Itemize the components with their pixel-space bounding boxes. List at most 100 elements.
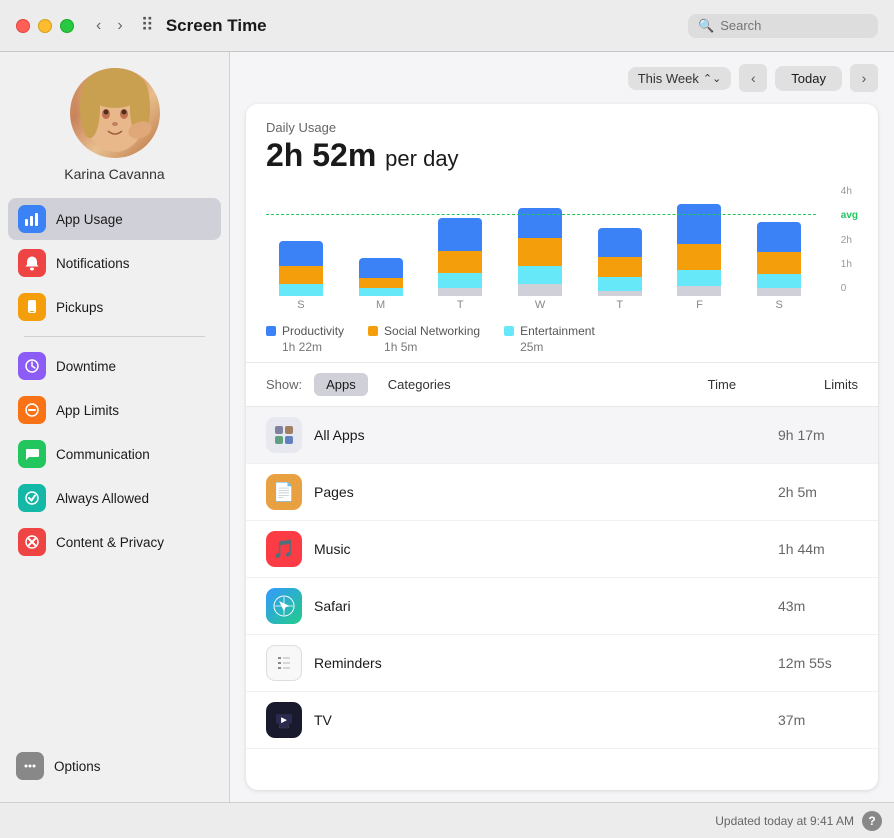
- chart-x-f: F: [665, 299, 735, 311]
- legend-time-social: 1h 5m: [368, 340, 480, 354]
- nav-buttons: ‹ ›: [90, 15, 129, 37]
- daily-usage-label: Daily Usage: [266, 120, 858, 135]
- chart-y-2h: 2h: [841, 235, 858, 246]
- table-row[interactable]: ▶ TV 37m: [246, 692, 878, 749]
- sidebar-item-label-app-usage: App Usage: [56, 212, 123, 227]
- close-button[interactable]: [16, 19, 30, 33]
- sidebar-item-label-pickups: Pickups: [56, 300, 103, 315]
- app-time-music: 1h 44m: [778, 541, 858, 557]
- legend-name-productivity: Productivity: [282, 324, 344, 338]
- table-row[interactable]: 📄 Pages 2h 5m: [246, 464, 878, 521]
- app-time-all-apps: 9h 17m: [778, 427, 858, 443]
- app-name-all-apps: All Apps: [314, 427, 766, 443]
- search-icon: 🔍: [698, 18, 714, 34]
- legend-name-entertainment: Entertainment: [520, 324, 595, 338]
- options-label: Options: [54, 759, 101, 774]
- col-limits-header: Limits: [824, 377, 858, 392]
- user-section: Karina Cavanna: [0, 68, 229, 198]
- avatar: [70, 68, 160, 158]
- next-week-button[interactable]: ›: [850, 64, 878, 92]
- sidebar-item-label-app-limits: App Limits: [56, 403, 119, 418]
- table-row[interactable]: Safari 43m: [246, 578, 878, 635]
- main-layout: Karina Cavanna App Usage: [0, 52, 894, 802]
- today-button[interactable]: Today: [775, 66, 842, 91]
- table-row[interactable]: All Apps 9h 17m: [246, 407, 878, 464]
- sidebar-item-notifications[interactable]: Notifications: [8, 242, 221, 284]
- legend-time-productivity: 1h 22m: [266, 340, 344, 354]
- sidebar-divider-1: [24, 336, 205, 337]
- sidebar-item-downtime[interactable]: Downtime: [8, 345, 221, 387]
- app-name-tv: TV: [314, 712, 766, 728]
- sidebar-item-label-always-allowed: Always Allowed: [56, 491, 149, 506]
- app-icon-all-apps: [266, 417, 302, 453]
- traffic-lights: [16, 19, 74, 33]
- user-name: Karina Cavanna: [64, 166, 164, 182]
- chart-x-s1: S: [266, 299, 336, 311]
- chart-section: Daily Usage 2h 52m per day: [246, 104, 878, 363]
- search-bar[interactable]: 🔍: [688, 14, 878, 38]
- title-bar: ‹ › ⠿ Screen Time 🔍: [0, 0, 894, 52]
- help-button[interactable]: ?: [862, 811, 882, 831]
- minimize-button[interactable]: [38, 19, 52, 33]
- content-area: This Week ⌃⌄ ‹ Today › Daily Usage 2h 52…: [230, 52, 894, 802]
- sidebar-item-label-communication: Communication: [56, 447, 150, 462]
- app-title: Screen Time: [166, 16, 688, 36]
- sidebar-item-pickups[interactable]: Pickups: [8, 286, 221, 328]
- tab-apps[interactable]: Apps: [314, 373, 368, 396]
- show-label: Show:: [266, 377, 302, 392]
- chart-y-4h: 4h: [841, 186, 858, 197]
- back-button[interactable]: ‹: [90, 15, 107, 37]
- options-icon: [16, 752, 44, 780]
- options-button[interactable]: Options: [16, 746, 213, 786]
- app-icon-reminders: [266, 645, 302, 681]
- chart-bar-s1: [266, 241, 336, 296]
- app-time-safari: 43m: [778, 598, 858, 614]
- sidebar-item-always-allowed[interactable]: Always Allowed: [8, 477, 221, 519]
- chart-bar-s2: [744, 222, 814, 296]
- legend-dot-social: [368, 326, 378, 336]
- app-name-reminders: Reminders: [314, 655, 766, 671]
- col-time-header: Time: [708, 377, 816, 392]
- chart-x-t2: T: [585, 299, 655, 311]
- app-time-tv: 37m: [778, 712, 858, 728]
- chart-bar-w: [505, 208, 575, 296]
- table-row[interactable]: 🎵 Music 1h 44m: [246, 521, 878, 578]
- fullscreen-button[interactable]: [60, 19, 74, 33]
- sidebar-item-label-downtime: Downtime: [56, 359, 116, 374]
- forward-button[interactable]: ›: [111, 15, 128, 37]
- table-row[interactable]: Reminders 12m 55s: [246, 635, 878, 692]
- downtime-icon: [18, 352, 46, 380]
- chart-bar-f: [665, 204, 735, 296]
- week-selector-label: This Week: [638, 71, 699, 86]
- sidebar-item-content-privacy[interactable]: Content & Privacy: [8, 521, 221, 563]
- sidebar-item-app-usage[interactable]: App Usage: [8, 198, 221, 240]
- sidebar-item-app-limits[interactable]: App Limits: [8, 389, 221, 431]
- legend-social: Social Networking 1h 5m: [368, 324, 480, 354]
- chart-x-t1: T: [425, 299, 495, 311]
- app-icon-tv: ▶: [266, 702, 302, 738]
- sidebar-item-label-content-privacy: Content & Privacy: [56, 535, 164, 550]
- app-icon-safari: [266, 588, 302, 624]
- chart-x-labels: S M T W T F S: [266, 299, 858, 311]
- chart-avg-label: avg: [841, 210, 858, 221]
- search-input[interactable]: [720, 18, 868, 33]
- sidebar-item-communication[interactable]: Communication: [8, 433, 221, 475]
- chart-bar-m: [346, 258, 416, 296]
- chart-y-0: 0: [841, 283, 858, 294]
- chart-x-m: M: [346, 299, 416, 311]
- app-name-safari: Safari: [314, 598, 766, 614]
- week-selector[interactable]: This Week ⌃⌄: [628, 67, 732, 90]
- legend-productivity: Productivity 1h 22m: [266, 324, 344, 354]
- prev-week-button[interactable]: ‹: [739, 64, 767, 92]
- grid-icon[interactable]: ⠿: [141, 15, 154, 36]
- app-time-pages: 2h 5m: [778, 484, 858, 500]
- chart-x-s2: S: [744, 299, 814, 311]
- legend-dot-entertainment: [504, 326, 514, 336]
- app-name-pages: Pages: [314, 484, 766, 500]
- chart-bar-t2: [585, 228, 655, 296]
- app-icon-music: 🎵: [266, 531, 302, 567]
- communication-icon: [18, 440, 46, 468]
- app-limits-icon: [18, 396, 46, 424]
- tab-categories[interactable]: Categories: [376, 373, 463, 396]
- legend-time-entertainment: 25m: [504, 340, 595, 354]
